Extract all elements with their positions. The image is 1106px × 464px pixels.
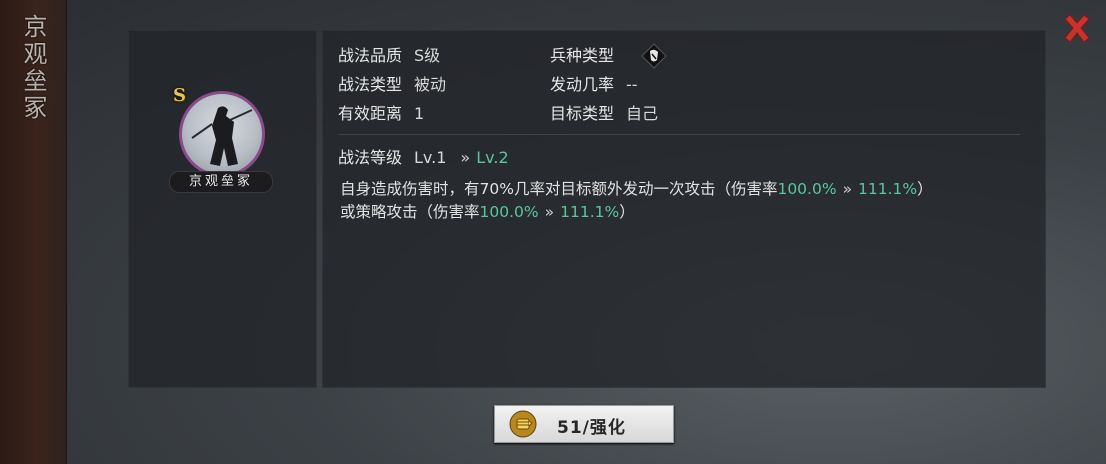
quality-row: 战法品质 S级 bbox=[338, 46, 440, 66]
portrait-name: 京观垒冢 bbox=[169, 171, 273, 193]
troop-label: 兵种类型 bbox=[550, 46, 615, 65]
desc-line1-end: ） bbox=[917, 180, 933, 198]
quality-value: S级 bbox=[414, 46, 441, 65]
rate-label: 发动几率 bbox=[550, 75, 615, 94]
left-rail: 京观垒冢 bbox=[0, 0, 67, 464]
desc-line1-text: 自身造成伤害时，有70%几率对目标额外发动一次攻击（伤害率 bbox=[340, 180, 778, 198]
troop-row: 兵种类型 bbox=[550, 46, 614, 66]
level-arrow: » bbox=[460, 148, 471, 167]
enhance-button[interactable]: 51/强化 bbox=[494, 405, 674, 443]
portrait-panel: S 京观垒冢 bbox=[128, 30, 317, 388]
desc-line1-arrow: » bbox=[842, 180, 853, 198]
desc-line1-from: 100.0% bbox=[777, 180, 837, 198]
close-button[interactable] bbox=[1060, 12, 1094, 46]
rail-title: 京观垒冢 bbox=[19, 14, 47, 122]
type-value: 被动 bbox=[414, 75, 447, 94]
range-value: 1 bbox=[414, 104, 425, 123]
desc-line2-to: 111.1% bbox=[560, 203, 620, 221]
desc-line2-arrow: » bbox=[544, 203, 555, 221]
type-row: 战法类型 被动 bbox=[338, 75, 446, 95]
desc-line2-from: 100.0% bbox=[479, 203, 539, 221]
target-label: 目标类型 bbox=[550, 104, 615, 123]
range-row: 有效距离 1 bbox=[338, 104, 424, 124]
portrait-image bbox=[179, 91, 265, 177]
close-icon[interactable] bbox=[1060, 12, 1094, 46]
enhance-label: 51/强化 bbox=[557, 418, 626, 438]
range-label: 有效距离 bbox=[338, 104, 403, 123]
enhance-fist-icon bbox=[509, 410, 537, 438]
skill-portrait: S bbox=[173, 85, 267, 179]
level-current: Lv.1 bbox=[414, 148, 447, 167]
desc-line2-end: ） bbox=[619, 203, 635, 221]
divider bbox=[338, 134, 1020, 135]
level-label: 战法等级 bbox=[338, 148, 403, 167]
description-line-1: 自身造成伤害时，有70%几率对目标额外发动一次攻击（伤害率100.0% » 111.… bbox=[340, 178, 1020, 201]
target-value: 自己 bbox=[626, 104, 659, 123]
type-label: 战法类型 bbox=[338, 75, 403, 94]
warrior-silhouette-icon bbox=[191, 106, 253, 166]
skill-description: 自身造成伤害时，有70%几率对目标额外发动一次攻击（伤害率100.0%» 111.… bbox=[340, 178, 1020, 224]
target-row: 目标类型 自己 bbox=[550, 104, 658, 124]
quality-label: 战法品质 bbox=[338, 46, 403, 65]
desc-line1-to: 111.1% bbox=[858, 180, 918, 198]
level-row: 战法等级 Lv.1 » Lv.2 bbox=[338, 148, 509, 168]
troop-type-icon bbox=[640, 42, 668, 70]
rate-value: -- bbox=[626, 75, 638, 94]
rate-row: 发动几率 -- bbox=[550, 75, 638, 95]
description-line-2: 或策略攻击（伤害率100.0% » 111.1%） bbox=[340, 201, 1020, 224]
level-next: Lv.2 bbox=[476, 148, 509, 167]
grade-badge: S bbox=[173, 85, 186, 106]
desc-line2-text: 或策略攻击（伤害率 bbox=[340, 203, 480, 221]
